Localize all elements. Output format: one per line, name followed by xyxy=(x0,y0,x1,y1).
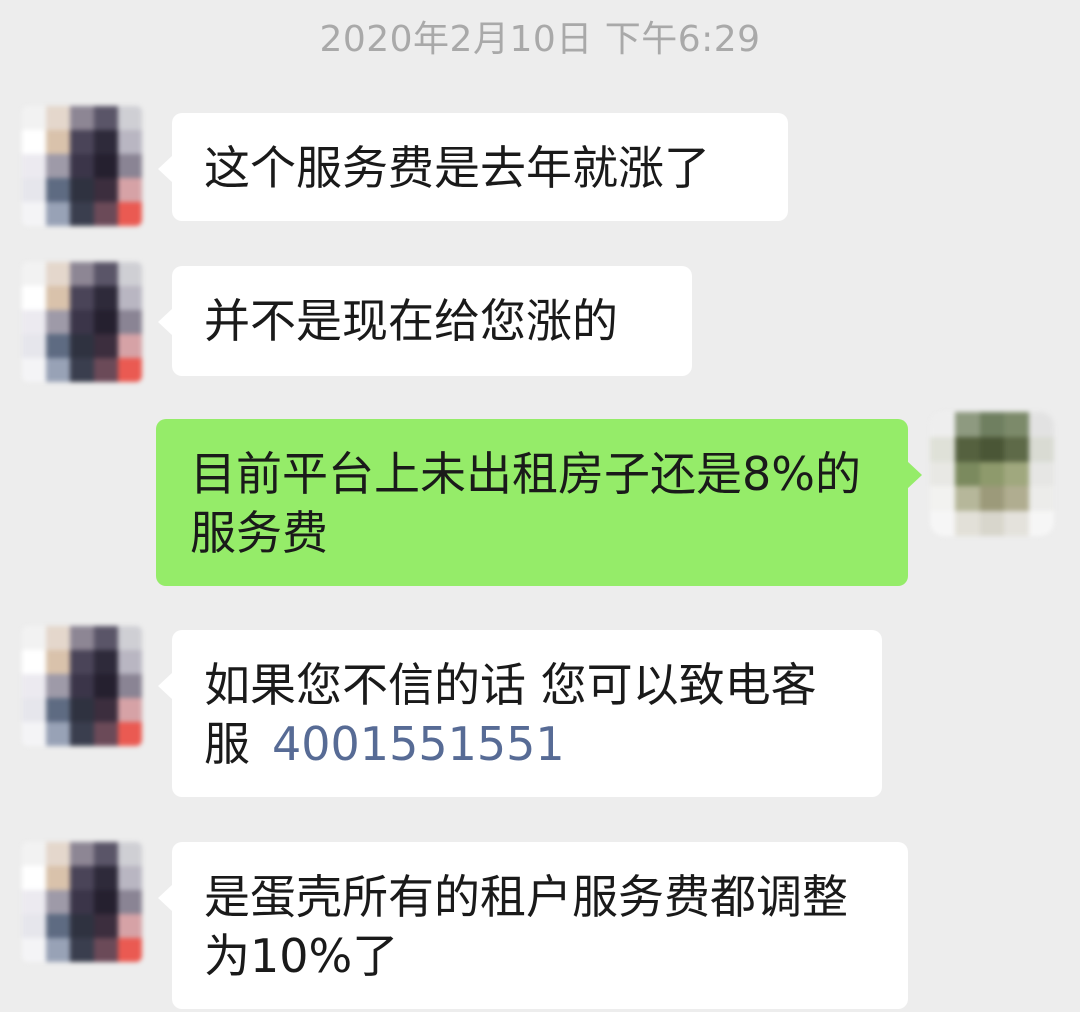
contact-avatar[interactable] xyxy=(22,626,142,746)
message-bubble-incoming[interactable]: 如果您不信的话 您可以致电客 服 4001551551 xyxy=(158,630,882,797)
message-bubble-incoming[interactable]: 这个服务费是去年就涨了 xyxy=(158,113,788,221)
message-text: 目前平台上未出租房子还是8%的 xyxy=(190,447,861,501)
self-avatar[interactable] xyxy=(930,412,1054,536)
message-text: 这个服务费是去年就涨了 xyxy=(204,141,710,195)
contact-avatar[interactable] xyxy=(22,262,142,382)
message-text: 是蛋壳所有的租户服务费都调整 xyxy=(204,870,848,924)
message-text: 并不是现在给您涨的 xyxy=(204,294,618,348)
message-bubble-incoming[interactable]: 是蛋壳所有的租户服务费都调整 为10%了 xyxy=(158,842,908,1009)
message-text: 如果您不信的话 您可以致电客 xyxy=(204,658,817,712)
message-text: 为10%了 xyxy=(204,929,399,983)
message-bubble-incoming[interactable]: 并不是现在给您涨的 xyxy=(158,266,692,376)
message-timestamp: 2020年2月10日 下午6:29 xyxy=(319,19,761,60)
chat-view: 2020年2月10日 下午6:29 这个服务费是去年就涨了 并不是现在给您涨的 … xyxy=(0,0,1080,1012)
message-bubble-outgoing[interactable]: 目前平台上未出租房子还是8%的 服务费 xyxy=(156,419,922,586)
phone-number-link[interactable]: 4001551551 xyxy=(272,717,565,771)
contact-avatar[interactable] xyxy=(22,842,142,962)
message-text-line: 服 4001551551 xyxy=(204,715,850,774)
message-text: 服务费 xyxy=(190,506,328,560)
message-text: 服 xyxy=(204,717,250,771)
contact-avatar[interactable] xyxy=(22,106,142,226)
